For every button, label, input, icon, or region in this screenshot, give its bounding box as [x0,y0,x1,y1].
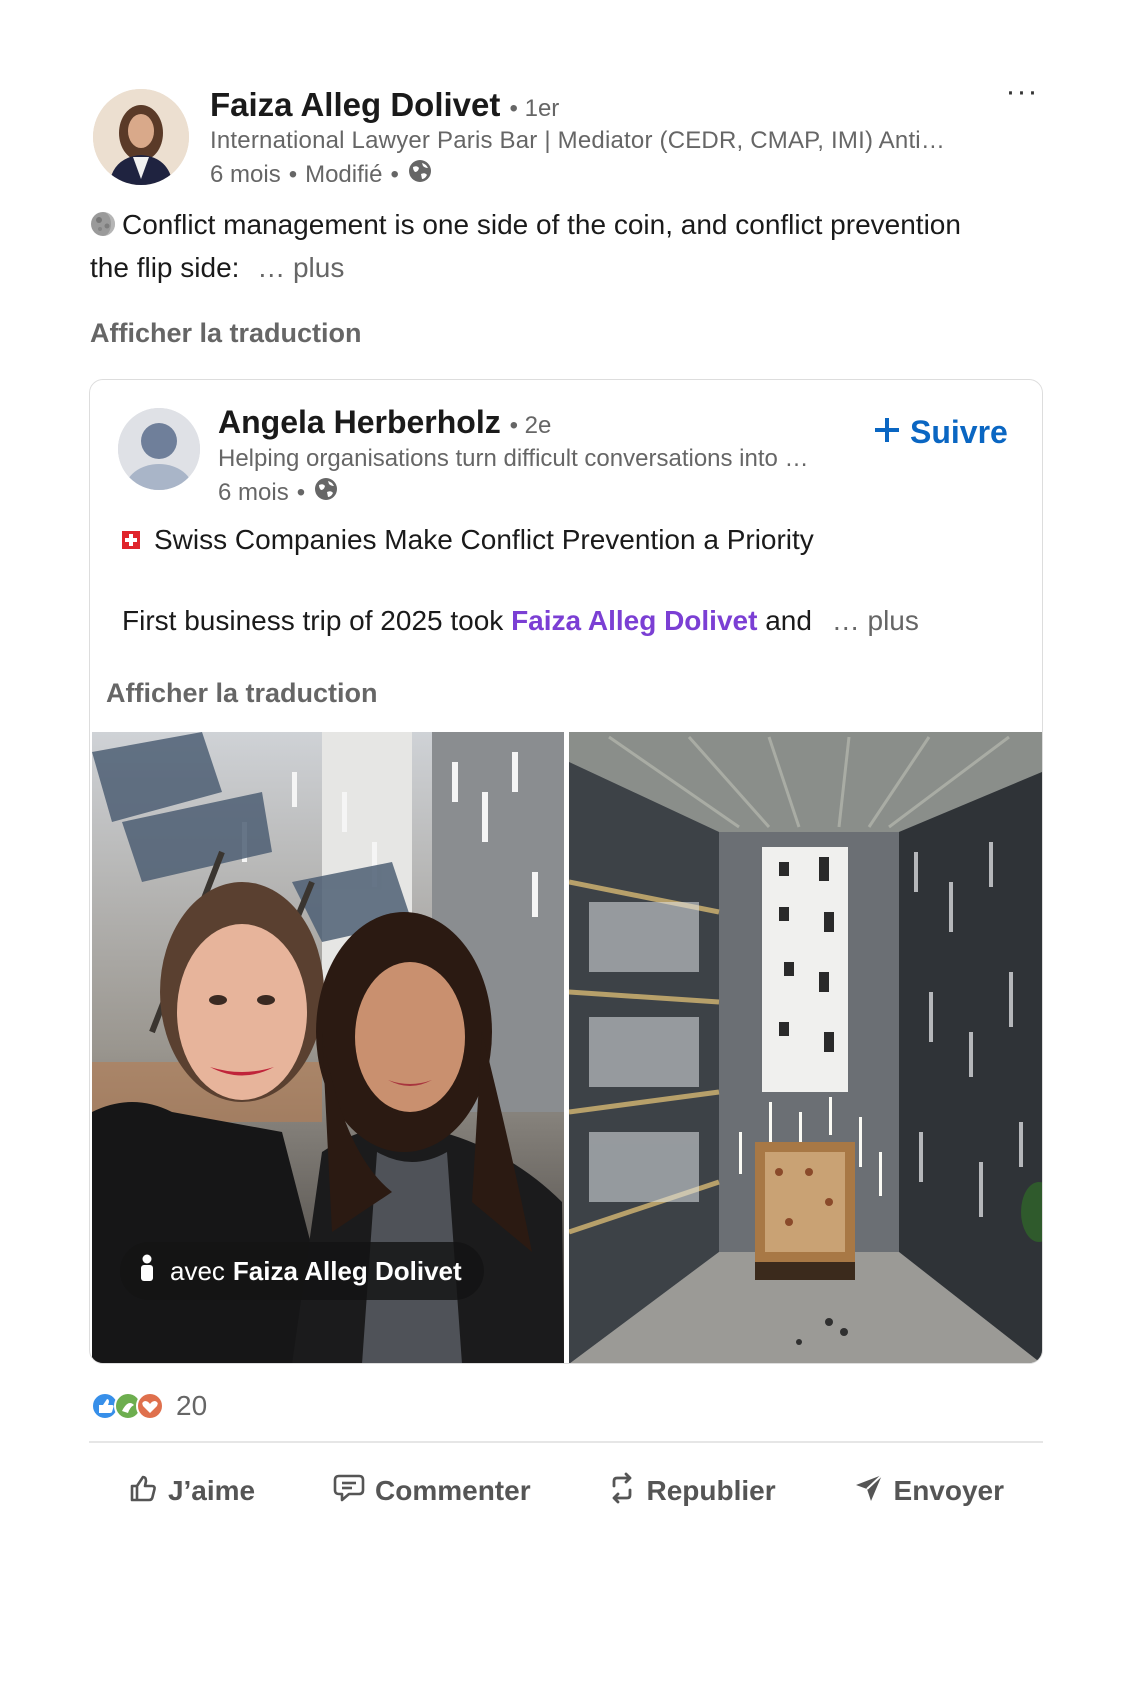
meta-separator: • [390,160,399,188]
author-avatar[interactable] [93,89,189,185]
shared-title-text: Swiss Companies Make Conflict Prevention… [154,524,814,555]
globe-icon [407,158,433,191]
actions-divider [89,1441,1043,1443]
reaction-icons [90,1391,168,1421]
send-button[interactable]: Envoyer [854,1473,1005,1510]
photo-selfie[interactable]: avec Faiza Alleg Dolivet [92,732,564,1363]
author-name[interactable]: Faiza Alleg Dolivet • 1er [210,86,559,124]
shared-connection-degree: • 2e [509,412,552,439]
person-icon [138,1254,156,1289]
author-name-text[interactable]: Faiza Alleg Dolivet [210,86,500,123]
globe-icon [313,476,339,509]
repost-icon [608,1472,636,1511]
post-time: 6 mois [210,160,281,188]
post-text-line2: the flip side: [90,252,240,283]
send-label: Envoyer [893,1475,1005,1506]
mention-link[interactable]: Faiza Alleg Dolivet [511,605,757,636]
shared-post-title: Swiss Companies Make Conflict Prevention… [122,524,814,556]
follow-button[interactable]: Suivre [874,414,1008,451]
thumbs-up-icon [128,1473,158,1510]
post-meta: 6 mois • Modifié • [210,158,433,191]
post-actions-bar: J’aime Commenter Republier Envoyer [89,1455,1043,1527]
meta-separator: • [296,478,306,506]
show-translation-link[interactable]: Afficher la traduction [90,318,362,349]
plus-icon [874,414,900,451]
send-icon [854,1473,884,1510]
shared-post-card[interactable]: Angela Herberholz • 2e Helping organisat… [89,379,1043,1364]
shared-post-meta: 6 mois • [218,476,339,509]
connection-degree: • 1er [509,95,560,122]
shared-author-name[interactable]: Angela Herberholz • 2e [218,404,551,441]
post-text-line1: Conflict management is one side of the c… [122,209,961,240]
reaction-count[interactable]: 20 [176,1390,207,1422]
comment-button[interactable]: Commenter [333,1473,531,1510]
moon-emoji-icon [90,208,116,248]
reactions-summary[interactable]: 20 [90,1390,207,1422]
comment-label: Commenter [375,1475,531,1506]
shared-post-body: First business trip of 2025 took Faiza A… [122,605,919,637]
meta-separator: • [288,160,298,188]
photo-atrium[interactable] [569,732,1042,1363]
follow-label: Suivre [910,414,1008,450]
edited-label: Modifié [305,160,383,188]
shared-author-headline: Helping organisations turn difficult con… [218,445,809,472]
like-label: J’aime [167,1475,256,1506]
more-options-button[interactable]: ··· [1000,77,1044,116]
repost-label: Republier [646,1475,776,1506]
shared-post-time: 6 mois [218,478,289,506]
shared-see-more-link[interactable]: … plus [832,605,919,636]
comment-icon [333,1473,365,1510]
shared-show-translation-link[interactable]: Afficher la traduction [106,678,378,709]
like-button[interactable]: J’aime [128,1473,255,1510]
repost-button[interactable]: Republier [608,1472,776,1511]
see-more-link[interactable]: … plus [257,252,344,283]
tag-prefix: avec [170,1255,225,1286]
shared-author-avatar[interactable] [118,408,200,490]
photo-tag-pill[interactable]: avec Faiza Alleg Dolivet [120,1242,484,1300]
author-headline: International Lawyer Paris Bar | Mediato… [210,127,946,154]
tag-name[interactable]: Faiza Alleg Dolivet [233,1256,462,1287]
shared-body-prefix: First business trip of 2025 took [122,605,512,636]
shared-author-name-text[interactable]: Angela Herberholz [218,404,501,440]
swiss-flag-icon [122,524,140,556]
shared-body-suffix: and [757,605,812,636]
post-text: Conflict management is one side of the c… [90,205,1050,288]
